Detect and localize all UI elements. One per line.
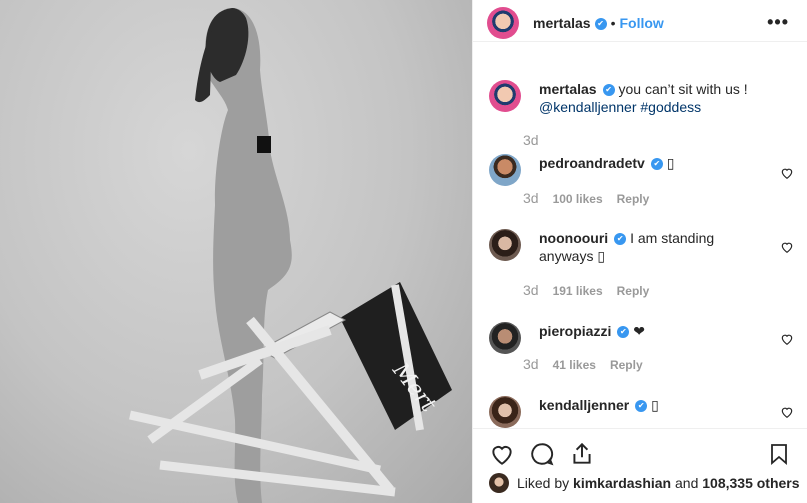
comment-item: pieropiazzi ✔ ❤ — [489, 322, 794, 354]
follow-button[interactable]: Follow — [620, 15, 664, 31]
post-photo[interactable]: Mert — [0, 0, 472, 503]
verified-icon: ✔ — [614, 233, 627, 246]
post-modal: Mert mertalas ✔ • Follow ••• mertalas ✔ you … — [0, 0, 807, 503]
like-comment-heart-icon[interactable] — [780, 405, 794, 419]
verified-icon: ✔ — [617, 326, 630, 339]
comment-item: noonoouri ✔ I am standing anyways ▯ — [489, 229, 794, 265]
comment-text-block: pieropiazzi ✔ ❤ — [539, 322, 759, 354]
reply-button[interactable]: Reply — [617, 284, 650, 298]
comment-icon[interactable] — [529, 441, 555, 467]
caption-meta: 3d — [523, 132, 539, 148]
verified-icon: ✔ — [650, 158, 663, 171]
commenter-username[interactable]: pieropiazzi — [539, 323, 611, 339]
verified-icon: ✔ — [635, 400, 648, 413]
post-header: mertalas ✔ • Follow ••• — [473, 0, 807, 42]
likes-mid: and — [675, 475, 699, 491]
commenter-avatar[interactable] — [489, 229, 521, 261]
comment-item: pedroandradetv ✔ ▯ — [489, 154, 794, 186]
liker-avatar[interactable] — [489, 473, 509, 493]
comment-text-block: kendalljenner ✔ ▯ — [539, 396, 759, 428]
likes-others-link[interactable]: 108,335 others — [702, 475, 799, 491]
comment-likes[interactable]: 41 likes — [553, 358, 596, 372]
censor-bar — [257, 136, 271, 153]
comment-item: kendalljenner ✔ ▯ — [489, 396, 794, 428]
caption-text-block: mertalas ✔ you can’t sit with us ! @kenda… — [539, 80, 759, 116]
comments-list[interactable]: mertalas ✔ you can’t sit with us ! @kenda… — [473, 58, 807, 428]
caption-time: 3d — [523, 132, 539, 148]
hashtag-link[interactable]: #goddess — [640, 99, 701, 115]
photo-illustration: Mert — [129, 8, 452, 503]
comment-text: ▯ — [651, 397, 659, 413]
like-comment-heart-icon[interactable] — [780, 332, 794, 346]
post-actions — [473, 428, 807, 468]
commenter-username[interactable]: noonoouri — [539, 230, 608, 246]
comment-likes[interactable]: 100 likes — [553, 192, 603, 206]
header-user: mertalas ✔ • Follow — [533, 15, 664, 31]
author-username[interactable]: mertalas — [533, 15, 591, 31]
author-avatar[interactable] — [487, 6, 519, 39]
comment-meta: 3d 191 likes Reply — [523, 282, 649, 298]
mention-link[interactable]: @kendalljenner — [539, 99, 637, 115]
comment-meta: 3d 41 likes Reply — [523, 356, 643, 372]
likes-prefix: Liked by — [517, 475, 570, 491]
reply-button[interactable]: Reply — [617, 192, 650, 206]
comment-text-block: noonoouri ✔ I am standing anyways ▯ — [539, 229, 729, 265]
comment-likes[interactable]: 191 likes — [553, 284, 603, 298]
reply-button[interactable]: Reply — [610, 358, 643, 372]
comment-time: 3d — [523, 356, 539, 372]
comment-time: 3d — [523, 190, 539, 206]
commenter-username[interactable]: pedroandradetv — [539, 155, 645, 171]
like-comment-heart-icon[interactable] — [780, 166, 794, 180]
caption-avatar[interactable] — [489, 80, 521, 112]
share-icon[interactable] — [569, 441, 595, 467]
commenter-avatar[interactable] — [489, 154, 521, 186]
likes-summary: Liked by kimkardashian and 108,335 other… — [489, 473, 800, 493]
post-sidebar: mertalas ✔ • Follow ••• mertalas ✔ you can’t… — [472, 0, 807, 503]
comment-text: ❤ — [633, 323, 645, 339]
verified-icon: ✔ — [602, 84, 615, 97]
separator-dot: • — [610, 14, 616, 31]
bookmark-icon[interactable] — [767, 441, 791, 467]
comment-text-block: pedroandradetv ✔ ▯ — [539, 154, 759, 186]
comment-meta: 3d 100 likes Reply — [523, 190, 649, 206]
like-comment-heart-icon[interactable] — [780, 240, 794, 254]
caption-username[interactable]: mertalas — [539, 81, 597, 97]
comment-time: 3d — [523, 282, 539, 298]
caption: mertalas ✔ you can’t sit with us ! @kenda… — [489, 80, 794, 116]
commenter-avatar[interactable] — [489, 322, 521, 354]
heart-icon[interactable] — [489, 441, 515, 467]
comment-text: ▯ — [666, 155, 675, 171]
liker-username[interactable]: kimkardashian — [573, 475, 671, 491]
verified-icon: ✔ — [594, 17, 607, 30]
more-icon[interactable]: ••• — [767, 12, 789, 33]
commenter-username[interactable]: kendalljenner — [539, 397, 629, 413]
caption-text: you can’t sit with us ! — [618, 81, 748, 97]
commenter-avatar[interactable] — [489, 396, 521, 428]
